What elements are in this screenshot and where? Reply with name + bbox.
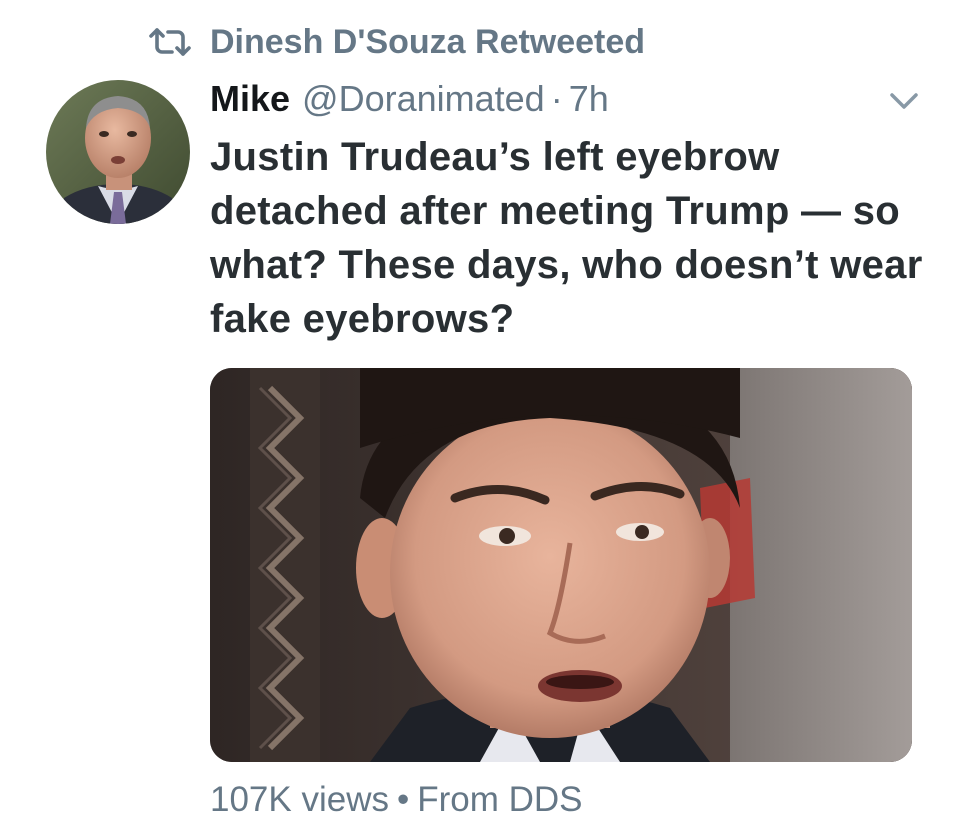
tweet-media[interactable] — [210, 368, 912, 762]
avatar[interactable] — [46, 80, 190, 224]
retweet-context[interactable]: Dinesh D'Souza Retweeted — [148, 20, 645, 64]
chevron-down-icon — [884, 93, 924, 120]
retweet-icon — [148, 27, 192, 57]
media-meta: 107K views • From DDS — [210, 778, 583, 822]
meta-bullet: • — [396, 780, 410, 819]
header-separator: · — [550, 78, 563, 119]
tweet-menu-button[interactable] — [884, 86, 924, 116]
tweet-timestamp[interactable]: 7h — [569, 78, 609, 120]
tweet-text: Justin Trudeau’s left eyebrow detached a… — [210, 135, 923, 341]
author-handle[interactable]: @Doranimated — [302, 78, 545, 120]
retweeted-by-label: Dinesh D'Souza Retweeted — [210, 22, 646, 61]
author-display-name[interactable]: Mike — [210, 78, 290, 120]
tweet-header: Mike @Doranimated · 7h — [210, 76, 609, 122]
media-source-link[interactable]: From DDS — [417, 780, 582, 820]
view-count: 107K views — [210, 780, 389, 819]
